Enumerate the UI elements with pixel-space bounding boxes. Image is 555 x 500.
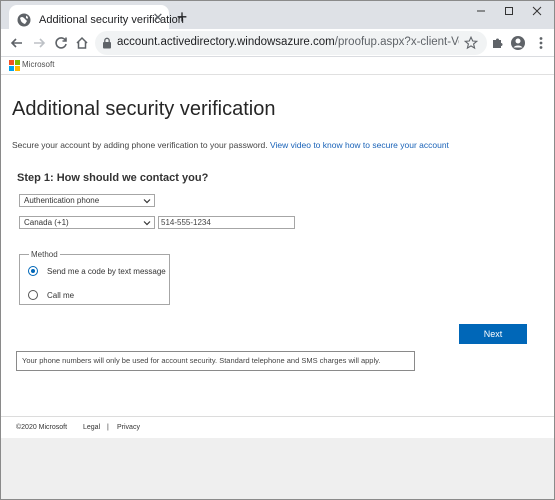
method-fieldset [19,254,170,305]
video-link[interactable]: View video to know how to secure your ac… [270,140,449,150]
copyright-text: ©2020 Microsoft [16,424,68,431]
url-host: account.activedirectory.windowsazure.com [117,36,335,48]
reload-icon[interactable] [53,35,69,51]
url-text[interactable]: account.activedirectory.windowsazure.com… [117,36,459,48]
home-icon[interactable] [74,35,90,51]
phone-usage-notice: Your phone numbers will only be used for… [16,351,415,371]
chevron-down-icon [143,221,151,226]
intro-paragraph: Secure your account by adding phone veri… [12,140,449,150]
globe-icon [17,13,31,27]
browser-window: Additional security verification ✕ + acc… [0,0,555,500]
url-path: /proofup.aspx?x-client-Ver=6.6.0.0&x... [334,36,459,48]
method-legend: Method [29,250,60,259]
menu-kebab-icon[interactable] [533,35,549,51]
country-select[interactable]: Canada (+1) [19,216,155,229]
next-button[interactable]: Next [459,324,527,344]
page-content: Additional security verification Secure … [1,76,554,416]
minimize-icon[interactable] [471,4,491,18]
call-me-radio[interactable] [28,290,38,300]
address-bar[interactable]: account.activedirectory.windowsazure.com… [95,31,487,55]
contact-method-value: Authentication phone [24,196,100,205]
country-value: Canada (+1) [24,218,69,227]
browser-toolbar: account.activedirectory.windowsazure.com… [1,29,554,57]
close-tab-icon[interactable]: ✕ [150,10,166,26]
footer-separator: | [107,424,109,431]
back-arrow-icon[interactable] [9,35,25,51]
microsoft-logo-icon [9,60,20,71]
text-message-label[interactable]: Send me a code by text message [47,267,166,276]
bookmark-star-icon[interactable] [464,36,478,50]
chevron-down-icon [143,199,151,204]
page-footer: ©2020 Microsoft Legal | Privacy [1,416,554,438]
call-me-label[interactable]: Call me [47,291,74,300]
forward-arrow-icon[interactable] [31,35,47,51]
new-tab-button[interactable]: + [173,8,191,27]
intro-text: Secure your account by adding phone veri… [12,140,268,150]
contact-method-select[interactable]: Authentication phone [19,194,155,207]
profile-avatar-icon[interactable] [510,35,526,51]
legal-link[interactable]: Legal [83,424,100,431]
page-title: Additional security verification [12,98,276,120]
step-title: Step 1: How should we contact you? [17,172,209,184]
privacy-link[interactable]: Privacy [117,424,140,431]
maximize-icon[interactable] [499,4,519,18]
lock-icon[interactable] [101,37,113,49]
text-message-radio[interactable] [28,266,38,276]
brand-bar: Microsoft [1,57,554,75]
empty-viewport-area [1,438,554,499]
extensions-puzzle-icon[interactable] [490,35,506,51]
brand-name: Microsoft [22,60,55,69]
close-window-icon[interactable] [527,4,547,18]
phone-number-input[interactable]: 514-555-1234 [158,216,295,229]
